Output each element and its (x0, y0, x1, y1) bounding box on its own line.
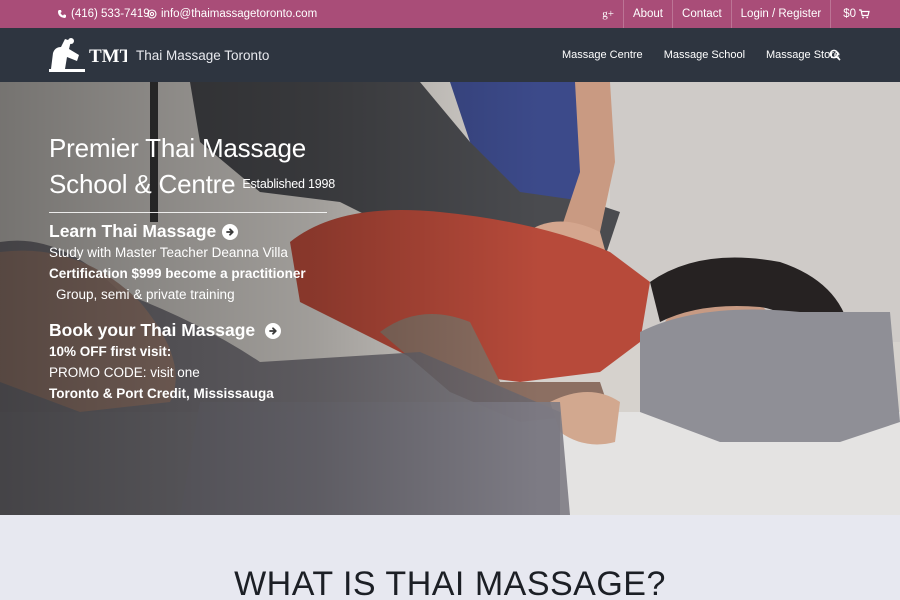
at-icon (147, 9, 157, 19)
arrow-circle-right-icon (265, 322, 282, 339)
established-text: Established 1998 (242, 177, 336, 191)
what-is-section: WHAT IS THAI MASSAGE? (0, 515, 900, 600)
learn-line-certification: Certification $999 become a practitioner (49, 266, 306, 281)
logo-text: TMT (89, 46, 127, 67)
book-line-promo: PROMO CODE: visit one (49, 365, 200, 380)
contact-link[interactable]: Contact (672, 0, 731, 28)
hero-text: Premier Thai Massage School & Centre Est… (49, 130, 335, 404)
google-plus-icon[interactable]: g+ (593, 0, 623, 28)
brand-name[interactable]: Thai Massage Toronto (136, 28, 269, 82)
phone-number: (416) 533-7419 (71, 8, 150, 20)
book-heading: Book your Thai Massage (49, 320, 256, 340)
hero-title: Premier Thai Massage School & Centre Est… (49, 130, 335, 202)
learn-line-training: Group, semi & private training (56, 287, 235, 302)
learn-line-teacher: Study with Master Teacher Deanna Villa (49, 245, 288, 260)
cart-icon (859, 9, 870, 19)
hero-title-line2-text: School & Centre (49, 169, 236, 199)
book-line-offer: 10% OFF first visit: (49, 344, 172, 359)
email-address: info@thaimassagetoronto.com (161, 8, 318, 20)
search-icon[interactable] (829, 49, 841, 61)
about-link[interactable]: About (622, 0, 672, 28)
hero-divider (49, 212, 327, 213)
nav-massage-centre[interactable]: Massage Centre (562, 49, 643, 61)
cart-total: $0 (843, 8, 856, 20)
hero-title-line2: School & Centre Established 1998 (49, 166, 335, 202)
tmt-logo[interactable]: TMT (49, 35, 127, 75)
email-link[interactable]: info@thaimassagetoronto.com (147, 0, 317, 28)
arrow-circle-right-icon (222, 223, 239, 240)
hero-banner: Premier Thai Massage School & Centre Est… (0, 82, 900, 515)
login-register-link[interactable]: Login / Register (730, 0, 831, 28)
hero-title-line1: Premier Thai Massage (49, 133, 307, 163)
phone-link[interactable]: (416) 533-7419 (57, 0, 150, 28)
book-line-locations: Toronto & Port Credit, Mississauga (49, 386, 274, 401)
cart-button[interactable]: $0 (830, 0, 900, 28)
phone-icon (58, 10, 66, 18)
nav-massage-school[interactable]: Massage School (664, 49, 745, 61)
learn-heading: Learn Thai Massage (49, 221, 217, 241)
section-title: WHAT IS THAI MASSAGE? (234, 565, 666, 600)
top-bar: (416) 533-7419 info@thaimassagetoronto.c… (0, 0, 900, 28)
learn-thai-massage-link[interactable]: Learn Thai Massage (49, 221, 335, 242)
main-nav: TMT Thai Massage Toronto Massage Centre … (0, 28, 900, 82)
book-thai-massage-link[interactable]: Book your Thai Massage (49, 320, 335, 341)
